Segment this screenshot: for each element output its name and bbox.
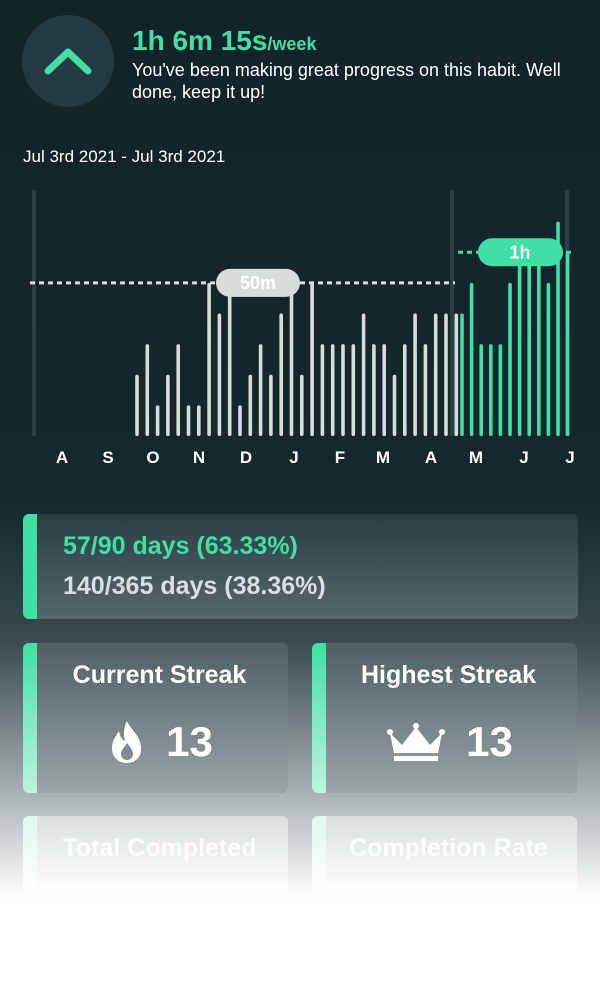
chevron-up-icon [44,48,92,75]
chart-bar-past [413,313,417,436]
current-streak-label: Current Streak [72,661,247,689]
current-streak-value: 13 [166,718,213,765]
chart-bar-past [176,344,180,436]
chart-bar-recent [537,252,541,436]
chart-bar-past [392,374,397,436]
month-label: M [469,448,483,467]
completion-rate-card: Completion Rate [312,816,577,896]
chart-bar-past [454,313,459,436]
date-range: Jul 3rd 2021 - Jul 3rd 2021 [23,147,226,166]
chart-bar-past [207,282,211,436]
chart-bar-past [382,344,386,436]
weekly-average-unit: /week [267,34,317,54]
chart-bar-recent [546,282,551,436]
highest-streak-value: 13 [466,718,513,765]
chart-bar-past [351,344,356,436]
activity-chart: 50m 1h A S O N D J F M A M J J [30,190,575,467]
chart-bar-past [166,374,170,436]
trend-up-button[interactable] [22,15,114,107]
chart-bar-past [248,374,253,436]
chart-bar-recent [565,252,570,436]
chart-bar-recent [498,344,503,436]
month-label: A [425,448,437,467]
month-label: J [289,448,298,467]
chart-bar-recent [517,252,522,436]
month-label: D [240,448,252,467]
chart-bar-past [227,282,232,436]
chart-bar-recent [527,252,531,436]
chart-bar-past [155,405,160,436]
chart-bar-past [135,374,139,436]
crown-icon [387,723,446,761]
flame-icon [112,721,142,763]
chart-bar-past [258,344,263,436]
completion-percent-card: 57/90 days (63.33%) 140/365 days (38.36%… [23,514,578,619]
month-label: M [376,448,390,467]
weekly-average: 1h 6m 15s/week [132,25,316,57]
chart-bar-past [145,344,150,436]
avg-label-recent: 1h [509,242,530,262]
month-label: F [335,448,345,467]
chart-bar-past [330,344,335,436]
chart-bar-past [269,374,273,436]
month-label: S [102,448,113,467]
chart-bar-past [423,344,428,436]
last-90-days: 57/90 days (63.33%) [63,532,298,560]
weekly-average-value: 1h 6m 15s [132,25,268,56]
chart-bar-recent [479,344,483,436]
avg-label-past: 50m [240,273,276,293]
chart-bar-past [197,405,201,436]
chart-bar-past [279,313,283,436]
month-label: A [56,448,68,467]
chart-bar-past [372,344,376,436]
completion-rate-label: Completion Rate [349,834,548,862]
chart-bar-past [186,405,191,436]
chart-bar-past [361,313,366,436]
chart-bar-recent [489,344,493,436]
summary-header: 1h 6m 15s/week You've been making great … [22,15,582,110]
month-label: J [519,448,528,467]
month-label: N [193,448,205,467]
chart-bar-recent [460,313,464,436]
chart-guide-line [32,190,36,436]
progress-message: You've been making great progress on thi… [132,60,561,102]
total-completed-label: Total Completed [62,834,257,862]
chart-bar-past [217,313,222,436]
highest-streak-label: Highest Streak [360,661,537,689]
chart-bar-past [289,282,294,436]
chart-guide-line [450,190,454,436]
chart-bar-recent [469,282,474,436]
last-365-days: 140/365 days (38.36%) [63,572,326,600]
chart-bar-past [300,374,304,436]
chart-bar-recent [508,282,512,436]
highest-streak-card: Highest Streak 13 [312,643,577,793]
month-label: J [565,448,574,467]
chart-bar-past [403,344,407,436]
card-accent [23,514,37,619]
month-label: O [146,448,159,467]
chart-bar-past [341,344,345,436]
chart-bar-past [433,313,438,436]
chart-bar-past [310,282,314,436]
chart-bar-past [320,344,325,436]
chart-bar-past [238,405,242,436]
chart-bar-past [444,313,448,436]
total-completed-card: Total Completed [23,816,288,896]
current-streak-card: Current Streak 13 [23,643,288,793]
